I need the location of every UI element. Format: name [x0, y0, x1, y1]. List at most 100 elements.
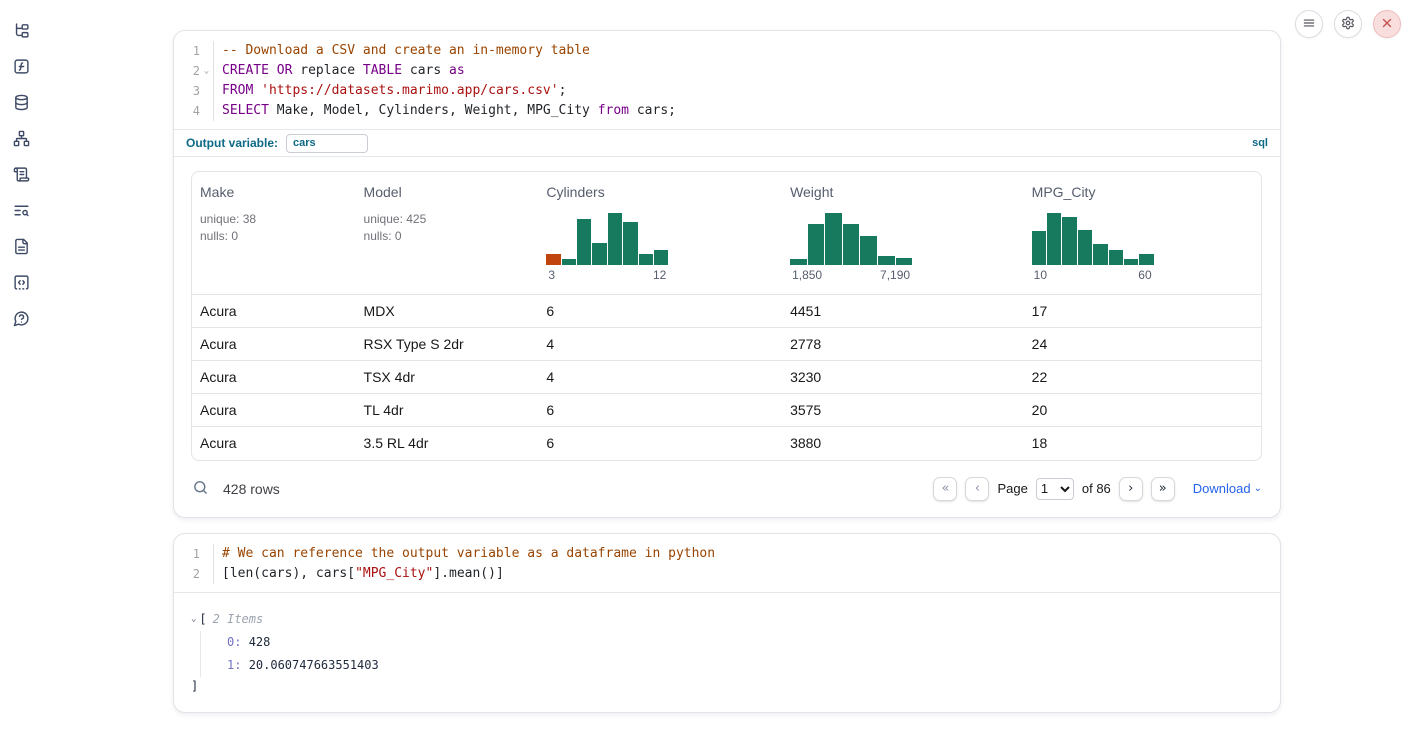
chevron-down-icon: ⌄ [1254, 483, 1262, 494]
code-line[interactable]: 2[len(cars), cars["MPG_City"].mean()] [174, 564, 1280, 584]
code-text: CREATE OR replace TABLE cars as [214, 61, 465, 81]
close-button[interactable] [1373, 10, 1401, 38]
data-table-card: Makeunique: 38nulls: 0Modelunique: 425nu… [191, 171, 1262, 461]
histogram-bar [1032, 231, 1046, 265]
column-header[interactable]: Weight1,8507,190 [782, 172, 1024, 295]
column-histogram[interactable]: 312 [546, 213, 668, 282]
column-header[interactable]: Modelunique: 425nulls: 0 [356, 172, 539, 295]
sql-cell: 1 -- Download a CSV and create an in-memo… [173, 30, 1281, 518]
column-header[interactable]: MPG_City1060 [1024, 172, 1261, 295]
table-row[interactable]: AcuraMDX6445117 [192, 295, 1261, 328]
table-cell: 2778 [782, 328, 1024, 361]
table-cell: 3.5 RL 4dr [356, 427, 539, 460]
code-line[interactable]: 2⌄CREATE OR replace TABLE cars as [174, 61, 1280, 81]
code-line[interactable]: 1-- Download a CSV and create an in-memo… [174, 41, 1280, 61]
page-label: Page [997, 481, 1027, 496]
python-output-tree: ⌄ [ 2 Items 0: 4281: 20.060747663551403 … [174, 592, 1280, 712]
column-histogram[interactable]: 1,8507,190 [790, 213, 912, 282]
table-cell: 4 [538, 328, 782, 361]
hist-max-label: 7,190 [880, 268, 910, 282]
code-line[interactable]: 4SELECT Make, Model, Cylinders, Weight, … [174, 101, 1280, 121]
document-icon [13, 238, 30, 258]
last-page-button[interactable]: » [1151, 477, 1175, 501]
table-cell: 6 [538, 295, 782, 328]
histogram-bar [1062, 217, 1076, 265]
snippets-button[interactable] [9, 272, 33, 296]
prev-page-button[interactable]: ‹ [965, 477, 989, 501]
table-cell: Acura [192, 328, 356, 361]
table-cell: 17 [1024, 295, 1261, 328]
search-button[interactable] [192, 479, 209, 499]
table-cell: 18 [1024, 427, 1261, 460]
document-button[interactable] [9, 236, 33, 260]
histogram-bar [654, 250, 668, 265]
chevrons-right-icon: » [1159, 482, 1167, 495]
download-button[interactable]: Download ⌄ [1193, 481, 1262, 496]
row-count: 428 rows [223, 481, 280, 497]
page-select[interactable]: 1 [1036, 478, 1074, 500]
file-tree-button[interactable] [9, 20, 33, 44]
fold-gutter [200, 101, 214, 121]
table-row[interactable]: AcuraRSX Type S 2dr4277824 [192, 328, 1261, 361]
database-button[interactable] [9, 92, 33, 116]
page-total: of 86 [1082, 481, 1111, 496]
file-tree-icon [13, 22, 30, 42]
column-histogram[interactable]: 1060 [1032, 213, 1154, 282]
fold-chevron-icon[interactable]: ⌄ [200, 61, 214, 81]
collapse-chevron-icon[interactable]: ⌄ [191, 610, 196, 628]
histogram-bar [639, 254, 653, 265]
table-cell: 20 [1024, 394, 1261, 427]
column-header[interactable]: Cylinders312 [538, 172, 782, 295]
table-cell: 3575 [782, 394, 1024, 427]
network-button[interactable] [9, 128, 33, 152]
table-cell: TL 4dr [356, 394, 539, 427]
menu-icon [1302, 16, 1316, 33]
chevrons-left-icon: « [942, 482, 950, 495]
table-row[interactable]: Acura3.5 RL 4dr6388018 [192, 427, 1261, 460]
table-row[interactable]: AcuraTSX 4dr4323022 [192, 361, 1261, 394]
pagination: « ‹ Page 1 of 86 › » Download ⌄ [933, 477, 1262, 501]
table-cell: 4451 [782, 295, 1024, 328]
table-cell: 6 [538, 394, 782, 427]
table-footer: 428 rows « ‹ Page 1 of 86 › » [174, 461, 1280, 517]
histogram-bar [1093, 244, 1107, 265]
python-code-editor[interactable]: 1# We can reference the output variable … [174, 534, 1280, 592]
sql-code-editor[interactable]: 1-- Download a CSV and create an in-memo… [174, 31, 1280, 129]
list-search-button[interactable] [9, 200, 33, 224]
table-cell: RSX Type S 2dr [356, 328, 539, 361]
code-line[interactable]: 3FROM 'https://datasets.marimo.app/cars.… [174, 81, 1280, 101]
code-line[interactable]: 1# We can reference the output variable … [174, 544, 1280, 564]
code-text: -- Download a CSV and create an in-memor… [214, 41, 590, 61]
table-row[interactable]: AcuraTL 4dr6357520 [192, 394, 1261, 427]
close-bracket: ] [191, 677, 1262, 696]
tree-item: 1: 20.060747663551403 [227, 654, 1262, 677]
menu-button[interactable] [1295, 10, 1323, 38]
column-stats: unique: 38nulls: 0 [200, 211, 348, 245]
function-icon [13, 58, 30, 78]
table-cell: Acura [192, 394, 356, 427]
fold-gutter [200, 564, 214, 584]
fold-gutter [200, 41, 214, 61]
output-variable-input[interactable] [286, 134, 368, 153]
hist-min-label: 3 [548, 268, 555, 282]
line-number: 1 [174, 544, 200, 564]
line-number: 4 [174, 101, 200, 121]
settings-button[interactable] [1334, 10, 1362, 38]
column-label: Model [364, 184, 531, 201]
list-search-icon [13, 202, 30, 222]
histogram-bar [1109, 250, 1123, 265]
column-header[interactable]: Makeunique: 38nulls: 0 [192, 172, 356, 295]
tree-item-key: 1: [227, 658, 241, 672]
help-icon [13, 310, 30, 330]
function-button[interactable] [9, 56, 33, 80]
scroll-button[interactable] [9, 164, 33, 188]
hist-min-label: 10 [1034, 268, 1047, 282]
help-button[interactable] [9, 308, 33, 332]
table-cell: 4 [538, 361, 782, 394]
download-label: Download [1193, 481, 1251, 496]
first-page-button[interactable]: « [933, 477, 957, 501]
next-page-button[interactable]: › [1119, 477, 1143, 501]
line-number: 2 [174, 61, 200, 81]
histogram-bar [577, 219, 591, 265]
histogram-bar [896, 258, 913, 265]
